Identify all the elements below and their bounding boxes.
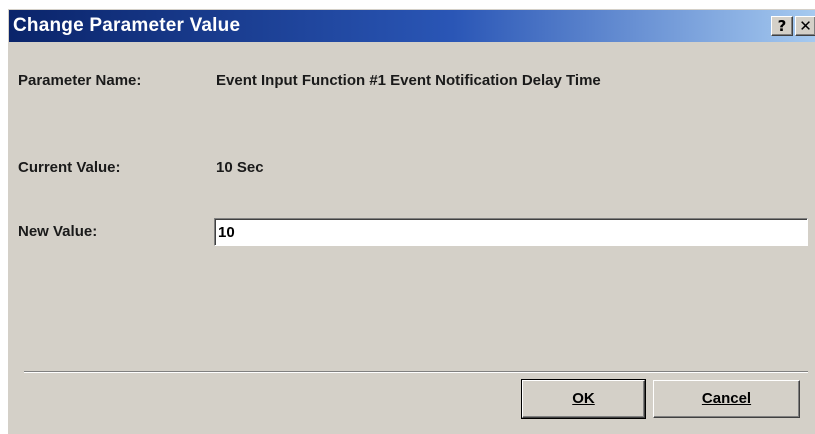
help-icon[interactable]: ? xyxy=(771,16,793,36)
current-value: 10 Sec xyxy=(216,159,264,176)
title-bar[interactable]: Change Parameter Value ? ✕ xyxy=(9,10,815,42)
divider xyxy=(24,371,808,373)
ok-button[interactable]: OK xyxy=(521,379,646,419)
parameter-name-value: Event Input Function #1 Event Notificati… xyxy=(216,72,601,89)
new-value-input[interactable] xyxy=(214,218,808,246)
current-value-label: Current Value: xyxy=(18,159,121,176)
change-parameter-dialog: Change Parameter Value ? ✕ Parameter Nam… xyxy=(7,8,815,434)
ok-button-label: OK xyxy=(572,390,595,407)
window-title: Change Parameter Value xyxy=(13,15,241,36)
new-value-label: New Value: xyxy=(18,223,98,240)
cancel-button-label: Cancel xyxy=(701,390,752,407)
cancel-button[interactable]: Cancel xyxy=(653,380,800,418)
close-icon[interactable]: ✕ xyxy=(795,16,815,36)
parameter-name-label: Parameter Name: xyxy=(18,72,142,89)
